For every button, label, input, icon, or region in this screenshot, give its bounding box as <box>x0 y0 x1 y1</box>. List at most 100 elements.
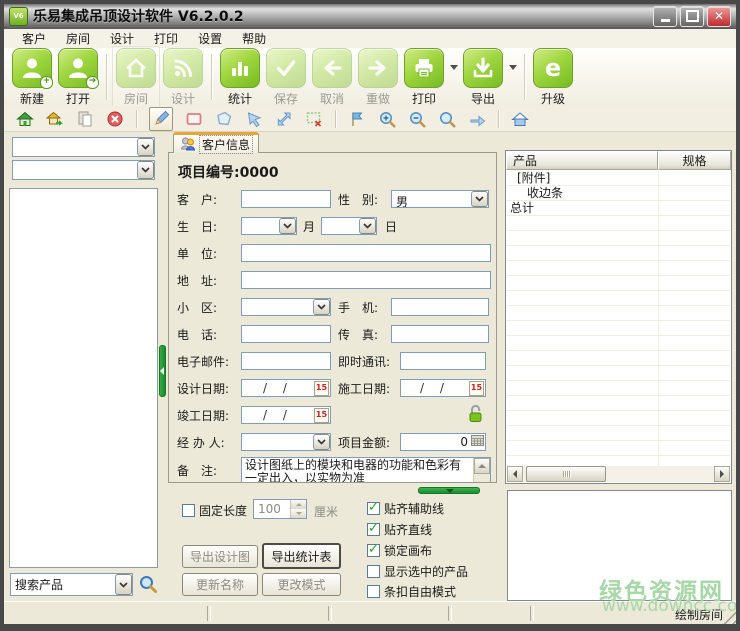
length-stepper[interactable]: 100 <box>253 499 307 519</box>
chevron-down-icon[interactable] <box>115 574 132 595</box>
remark-scrollbar[interactable] <box>473 458 490 483</box>
remark-textarea[interactable]: 设计图纸上的模块和电器的功能和色彩有一定出入，以实物为准 <box>241 457 491 483</box>
home-export-icon[interactable] <box>46 110 64 128</box>
tab-customer-info[interactable]: 客户信息 <box>173 132 259 153</box>
lock-canvas-checkbox[interactable]: 锁定画布 <box>367 542 432 559</box>
district-combo[interactable] <box>241 298 331 316</box>
scroll-left-icon[interactable] <box>507 466 523 482</box>
calendar-icon[interactable]: 15 <box>469 381 484 396</box>
column-product[interactable]: 产品 <box>506 151 658 170</box>
house-icon <box>116 48 156 88</box>
company-input[interactable] <box>241 244 491 262</box>
forward-arrow-icon[interactable] <box>468 110 486 128</box>
paste-icon[interactable] <box>76 110 94 128</box>
table-rows[interactable]: [附件] 收边条 总计 <box>507 171 730 466</box>
left-filter-combo-1[interactable] <box>12 137 155 157</box>
maximize-icon <box>686 10 699 22</box>
scroll-up-icon[interactable] <box>474 458 490 474</box>
scroll-right-icon[interactable] <box>714 466 730 482</box>
customer-input[interactable] <box>241 190 331 208</box>
resize-arrow-icon[interactable] <box>275 110 293 128</box>
rect-tool-icon[interactable] <box>185 110 203 128</box>
deselect-icon[interactable] <box>305 110 323 128</box>
print-button[interactable]: 打印 <box>401 48 447 107</box>
design-date-input[interactable]: / / 15 <box>241 379 331 397</box>
phone-input[interactable] <box>241 325 331 343</box>
open-button[interactable]: ➔ 打开 <box>55 48 101 107</box>
export-stats-button[interactable]: 导出统计表 <box>262 543 341 569</box>
zoom-icon[interactable] <box>438 110 456 128</box>
search-product-combo[interactable]: 搜索产品 <box>10 573 133 596</box>
pencil-icon[interactable] <box>149 107 173 131</box>
toolbar-separator <box>136 110 137 128</box>
chevron-down-icon[interactable] <box>137 161 154 179</box>
stepper-up-icon[interactable] <box>291 500 306 509</box>
chevron-down-icon[interactable] <box>359 218 376 234</box>
menu-settings[interactable]: 设置 <box>188 29 232 48</box>
new-button[interactable]: + 新建 <box>9 48 55 107</box>
search-icon[interactable] <box>139 575 158 594</box>
chevron-down-icon[interactable] <box>471 191 488 207</box>
search-input[interactable]: 搜索产品 <box>11 574 115 595</box>
print-dropdown-arrow[interactable] <box>447 48 460 86</box>
export-button[interactable]: 导出 <box>460 48 506 107</box>
birth-month-combo[interactable] <box>241 217 297 235</box>
calendar-icon[interactable]: 15 <box>314 408 329 423</box>
menu-help[interactable]: 帮助 <box>232 29 276 48</box>
chevron-down-icon[interactable] <box>137 138 154 156</box>
flag-icon[interactable] <box>348 110 366 128</box>
horizontal-scrollbar[interactable] <box>507 466 730 482</box>
menu-room[interactable]: 房间 <box>56 29 100 48</box>
chevron-down-icon[interactable] <box>313 434 330 450</box>
table-row[interactable]: [附件] <box>517 171 550 186</box>
home-blue-icon[interactable] <box>511 110 529 128</box>
calculator-icon[interactable] <box>471 435 484 449</box>
im-input[interactable] <box>400 352 486 370</box>
collapse-handle[interactable] <box>418 487 480 494</box>
amount-input[interactable]: 0 <box>400 433 486 451</box>
polygon-tool-icon[interactable] <box>215 110 233 128</box>
gender-combo[interactable]: 男 <box>391 190 489 208</box>
minimize-button[interactable] <box>653 6 677 27</box>
district-row: 小 区: 手 机: <box>177 297 491 317</box>
left-filter-combo-2[interactable] <box>12 160 155 180</box>
lock-icon[interactable] <box>468 404 483 426</box>
email-input[interactable] <box>241 352 331 370</box>
phone-row: 电 话: 传 真: <box>177 324 491 344</box>
chevron-down-icon[interactable] <box>279 218 296 234</box>
free-strip-mode-checkbox[interactable]: 条扣自由模式 <box>367 583 456 600</box>
completion-date-row: 竣工日期: / / 15 <box>177 405 491 425</box>
address-input[interactable] <box>241 271 491 289</box>
scrollbar-thumb[interactable] <box>526 466 606 482</box>
column-spec[interactable]: 规格 <box>658 151 731 170</box>
product-list[interactable] <box>9 188 158 568</box>
table-row[interactable]: 总计 <box>510 201 534 216</box>
close-button[interactable]: ✕ <box>707 6 731 27</box>
snap-guides-checkbox[interactable]: 贴齐辅助线 <box>367 500 444 517</box>
construction-date-input[interactable]: / / 15 <box>400 379 486 397</box>
zoom-out-icon[interactable] <box>408 110 426 128</box>
upgrade-button[interactable]: e 升级 <box>530 48 576 107</box>
statistics-button[interactable]: 统计 <box>217 48 263 107</box>
select-arrow-icon[interactable] <box>245 110 263 128</box>
vertical-splitter-handle[interactable] <box>159 345 166 397</box>
table-row[interactable]: 收边条 <box>527 186 563 201</box>
mobile-input[interactable] <box>391 298 489 316</box>
fixed-length-checkbox[interactable]: 固定长度 <box>182 502 247 519</box>
export-dropdown-arrow[interactable] <box>506 48 519 86</box>
home-green-icon[interactable] <box>16 110 34 128</box>
maximize-button[interactable] <box>680 6 704 27</box>
birth-day-combo[interactable] <box>321 217 377 235</box>
menu-customer[interactable]: 客户 <box>12 29 56 48</box>
stepper-down-icon[interactable] <box>291 509 306 518</box>
completion-date-input[interactable]: / / 15 <box>241 406 331 424</box>
fax-input[interactable] <box>391 325 489 343</box>
delete-icon[interactable] <box>106 110 124 128</box>
zoom-in-icon[interactable] <box>378 110 396 128</box>
chevron-down-icon[interactable] <box>313 299 330 315</box>
calendar-icon[interactable]: 15 <box>314 381 329 396</box>
agent-row: 经 办 人: 项目金额: 0 <box>177 432 491 452</box>
show-selected-products-checkbox[interactable]: 显示选中的产品 <box>367 563 468 580</box>
snap-lines-checkbox[interactable]: 贴齐直线 <box>367 521 432 538</box>
agent-combo[interactable] <box>241 433 331 451</box>
